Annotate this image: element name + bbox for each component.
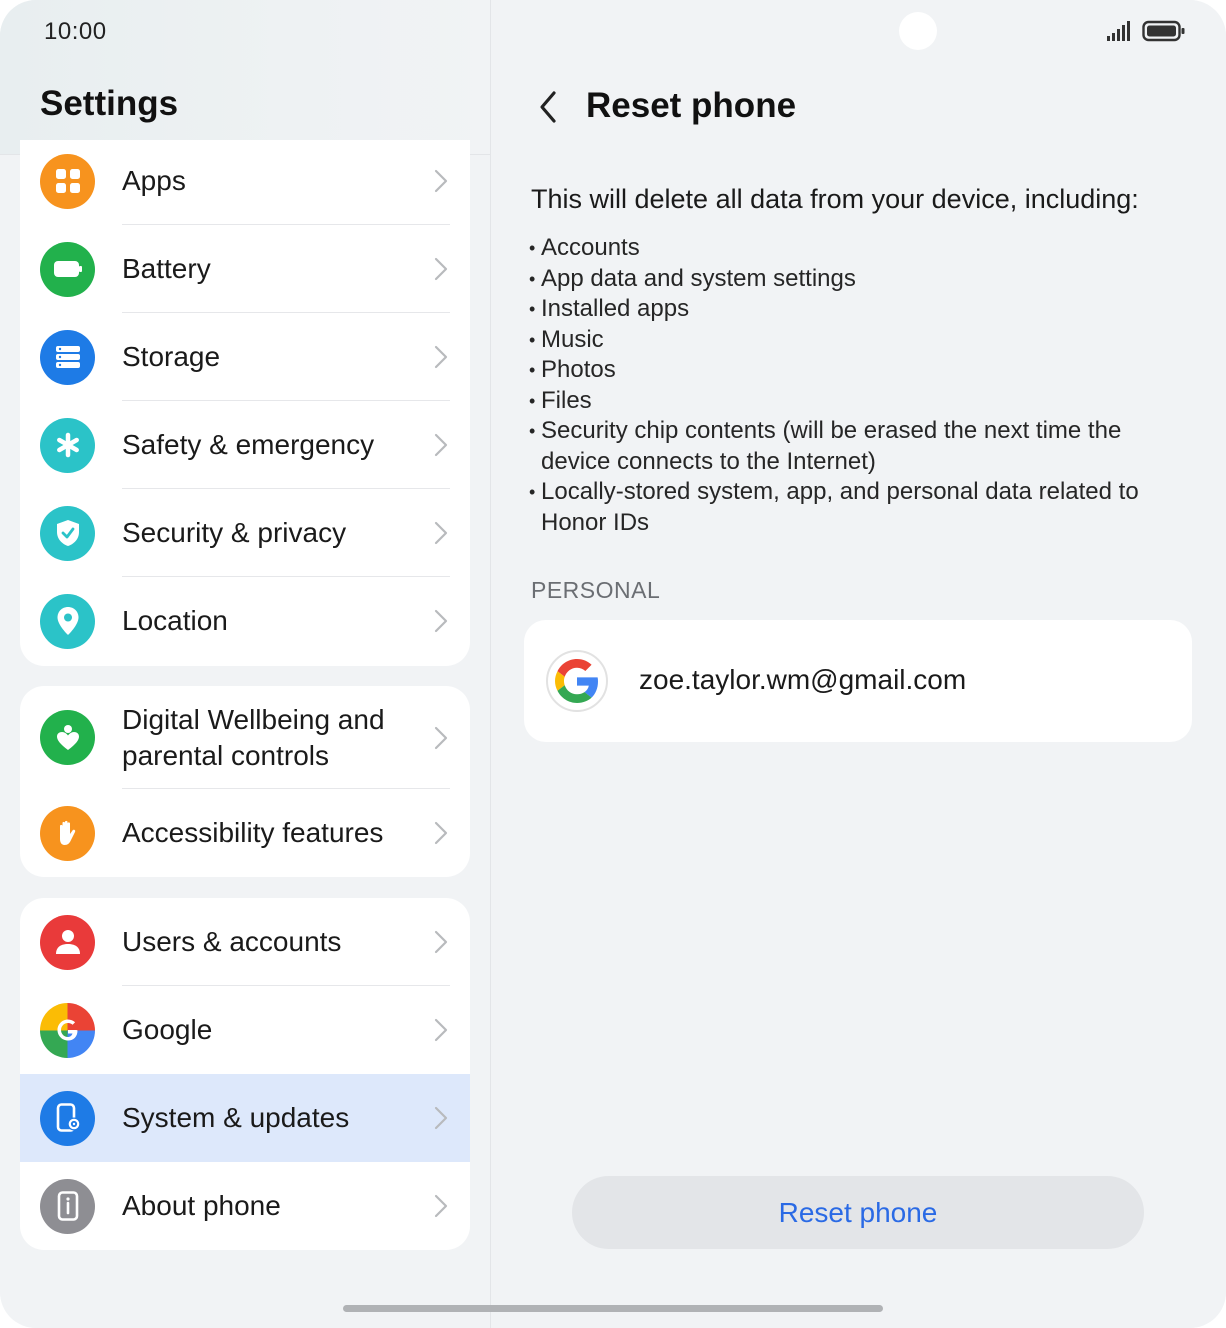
list-item: Accounts [529, 233, 1189, 264]
settings-item-location[interactable]: Location [20, 577, 470, 665]
asterisk-icon [40, 417, 95, 473]
list-item: Installed apps [529, 294, 1189, 325]
list-item: Locally-stored system, app, and personal… [529, 477, 1189, 538]
settings-item-google[interactable]: Google [20, 986, 470, 1074]
settings-item-label: Safety & emergency [122, 429, 375, 460]
reset-intro-text: This will delete all data from your devi… [531, 184, 1139, 214]
signal-icon [1107, 21, 1130, 41]
settings-item-users[interactable]: Users & accounts [20, 898, 470, 986]
apps-grid-icon [40, 153, 95, 209]
settings-item-label: System & updates [122, 1102, 350, 1133]
status-time: 10:00 [44, 18, 107, 45]
camera-cutout [899, 12, 937, 50]
settings-item-label: Security & privacy [122, 517, 347, 548]
settings-item-label: Google [122, 1014, 213, 1045]
home-indicator[interactable] [343, 1305, 883, 1312]
wellbeing-heart-icon [40, 710, 95, 765]
phone-gear-icon [40, 1090, 95, 1146]
chevron-right-icon [434, 821, 448, 845]
shield-check-icon [40, 505, 95, 561]
chevron-right-icon [434, 1018, 448, 1042]
settings-item-security[interactable]: Security & privacy [20, 489, 470, 577]
settings-item-safety[interactable]: Safety & emergency [20, 401, 470, 489]
reset-phone-pane: Reset phone This will delete all data fr… [491, 0, 1226, 1328]
settings-item-label: Battery [122, 253, 211, 284]
reset-phone-button[interactable]: Reset phone [572, 1176, 1144, 1249]
data-deletion-list: Accounts App data and system settings In… [529, 233, 1189, 538]
list-item: Photos [529, 355, 1189, 386]
status-icons [1106, 20, 1186, 42]
settings-group-1: Apps Battery Storage Safety & emergency … [20, 140, 470, 666]
device-screen: 10:00 Settings Apps Battery Storage Safe… [0, 0, 1226, 1328]
section-label-personal: PERSONAL [531, 577, 661, 603]
settings-item-wellbeing[interactable]: Digital Wellbeing and parental controls [20, 686, 470, 789]
chevron-right-icon [434, 726, 448, 749]
settings-item-about[interactable]: About phone [20, 1162, 470, 1250]
chevron-right-icon [434, 1194, 448, 1218]
settings-group-3: Users & accounts Google System & updates [20, 898, 470, 1250]
settings-item-accessibility[interactable]: Accessibility features [20, 789, 470, 877]
settings-item-label: Accessibility features [122, 817, 384, 848]
battery-icon [40, 241, 95, 297]
list-item: App data and system settings [529, 264, 1189, 295]
list-item: Music [529, 325, 1189, 356]
settings-item-battery[interactable]: Battery [20, 225, 470, 313]
chevron-right-icon [434, 609, 448, 633]
settings-item-label: About phone [122, 1190, 281, 1221]
back-arrow-icon[interactable] [535, 88, 561, 126]
settings-item-label-line1: Digital Wellbeing and [122, 704, 385, 735]
chevron-right-icon [434, 345, 448, 369]
settings-item-label: Users & accounts [122, 926, 342, 957]
location-pin-icon [40, 593, 95, 649]
chevron-right-icon [434, 257, 448, 281]
settings-header: 10:00 Settings [0, 0, 490, 155]
chevron-right-icon [434, 930, 448, 954]
settings-item-label-line2: parental controls [122, 740, 330, 771]
phone-info-icon [40, 1178, 95, 1234]
hand-icon [40, 805, 95, 861]
chevron-right-icon [434, 169, 448, 193]
list-item: Security chip contents (will be erased t… [529, 416, 1189, 477]
chevron-right-icon [434, 1106, 448, 1130]
chevron-right-icon [434, 521, 448, 545]
settings-title: Settings [40, 84, 179, 123]
settings-item-label: Location [122, 605, 228, 636]
settings-item-label: Apps [122, 165, 186, 196]
page-title: Reset phone [586, 86, 797, 125]
account-email: zoe.taylor.wm@gmail.com [639, 664, 967, 695]
google-g-icon [40, 1002, 95, 1058]
settings-item-label: Storage [122, 341, 221, 372]
list-item: Files [529, 386, 1189, 417]
chevron-right-icon [434, 433, 448, 457]
google-logo-icon [546, 650, 608, 712]
battery-status-icon [1142, 20, 1185, 42]
storage-icon [40, 329, 95, 385]
settings-group-2: Digital Wellbeing and parental controls … [20, 686, 470, 877]
settings-item-apps[interactable]: Apps [20, 140, 470, 225]
google-account-card: zoe.taylor.wm@gmail.com [524, 620, 1192, 742]
person-icon [40, 914, 95, 970]
settings-list-pane: 10:00 Settings Apps Battery Storage Safe… [0, 0, 490, 1328]
settings-item-storage[interactable]: Storage [20, 313, 470, 401]
settings-item-system[interactable]: System & updates [20, 1074, 470, 1162]
